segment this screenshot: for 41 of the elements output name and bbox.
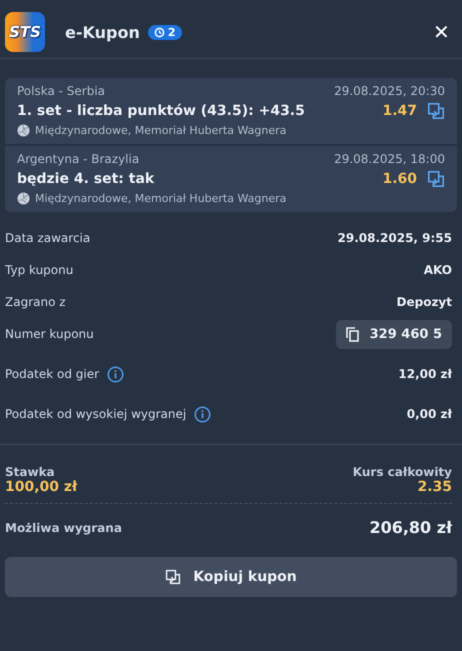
copy-icon	[346, 326, 360, 342]
coupon-number-button[interactable]: 329 460 5	[336, 320, 452, 348]
match-name: Argentyna - Brazylia	[17, 152, 140, 166]
match-datetime: 29.08.2025, 20:30	[334, 84, 445, 98]
detail-label: Podatek od wysokiej wygranej	[5, 407, 186, 421]
match-name: Polska - Serbia	[17, 84, 106, 98]
close-button[interactable]: ✕	[433, 20, 450, 44]
copy-coupon-button[interactable]: Kopiuj kupon	[5, 557, 457, 597]
detail-value: Depozyt	[396, 295, 452, 309]
potential-win-amount: 206,80 zł	[369, 518, 452, 537]
volleyball-icon	[17, 124, 30, 137]
detail-value: 12,00 zł	[398, 367, 452, 381]
detail-value: 29.08.2025, 9:55	[338, 231, 452, 245]
bet-odds: 1.60	[382, 171, 417, 187]
detail-label: Data zawarcia	[5, 231, 90, 245]
bet-selection: 1. set - liczba punktów (43.5): +43.5	[17, 103, 305, 119]
info-icon[interactable]	[107, 366, 124, 382]
bet-selection: będzie 4. set: tak	[17, 171, 154, 187]
copy-icon[interactable]	[427, 102, 445, 120]
detail-label: Numer kuponu	[5, 327, 94, 341]
stake-label: Stawka	[5, 465, 55, 479]
copy-icon[interactable]	[165, 569, 182, 585]
detail-label: Zagrano z	[5, 295, 66, 309]
stake-amount: 100,00 zł	[5, 479, 78, 495]
total-odds-label: Kurs całkowity	[352, 465, 452, 479]
copy-icon[interactable]	[427, 170, 445, 188]
league-name: Międzynarodowe, Memoriał Huberta Wagnera	[35, 124, 286, 137]
window-title: e-Kupon	[65, 22, 140, 42]
info-icon[interactable]	[194, 406, 212, 422]
detail-label: Typ kuponu	[5, 263, 74, 277]
detail-value: 0,00 zł	[406, 407, 452, 421]
detail-value: AKO	[424, 263, 452, 277]
total-odds: 2.35	[417, 479, 452, 495]
bet-count-badge: 2	[148, 24, 182, 40]
volleyball-icon	[17, 192, 30, 205]
logo: STS	[5, 12, 45, 52]
detail-label: Podatek od gier	[5, 367, 100, 381]
potential-win-label: Możliwa wygrana	[5, 520, 122, 534]
match-datetime: 29.08.2025, 18:00	[334, 152, 445, 166]
bet-odds: 1.47	[382, 103, 417, 119]
league-name: Międzynarodowe, Memoriał Huberta Wagnera	[35, 192, 286, 205]
